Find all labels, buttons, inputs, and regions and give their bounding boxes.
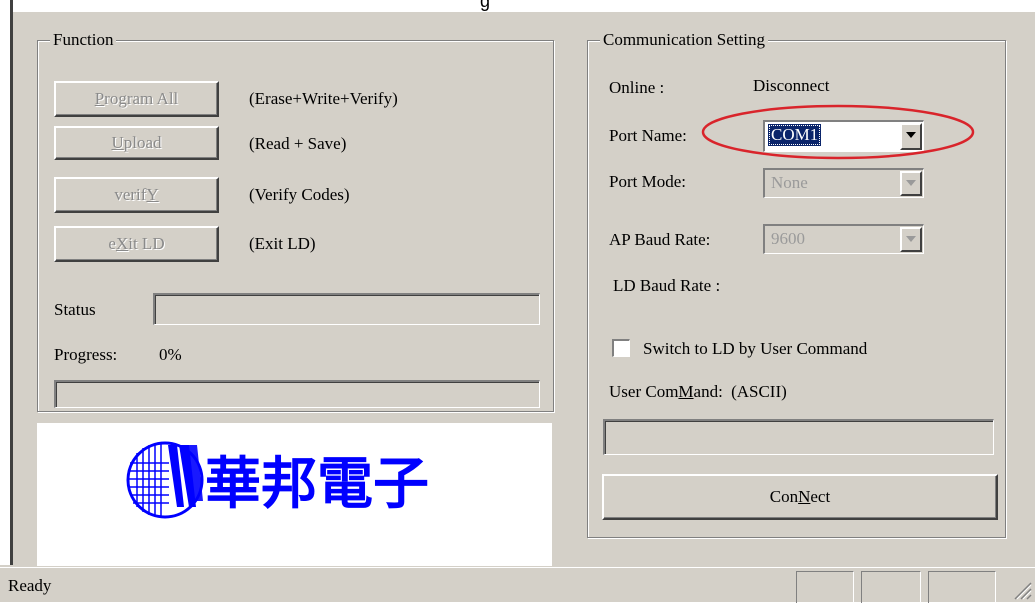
winbond-logo-icon: 華邦電子: [126, 441, 429, 519]
switch-to-ld-label: Switch to LD by User Command: [643, 339, 868, 358]
function-group-title: Function: [50, 31, 117, 49]
annotation-ellipse: [701, 104, 975, 160]
upload-description: (Read + Save): [249, 134, 347, 153]
exit-ld-button[interactable]: eXit LD: [54, 226, 219, 262]
program-all-description: (Erase+Write+Verify): [249, 89, 398, 108]
online-label: Online :: [609, 78, 665, 97]
winbond-logo-panel: 華邦電子: [37, 423, 552, 566]
progress-value: 0%: [159, 345, 182, 364]
progress-bar: [54, 380, 540, 408]
logo-text: 華邦電子: [205, 452, 429, 517]
port-name-label: Port Name:: [609, 126, 687, 145]
status-pane-2: [861, 571, 921, 603]
window-left-border: [0, 0, 13, 565]
user-command-label: User ComMand: (ASCII): [609, 382, 787, 401]
ap-baud-rate-selected: 9600: [771, 229, 805, 248]
upload-button[interactable]: Upload: [54, 126, 219, 160]
resize-grip-icon[interactable]: [1012, 580, 1032, 600]
verify-description: (Verify Codes): [249, 185, 350, 204]
status-pane-3: [928, 571, 996, 603]
connect-button[interactable]: ConNect: [602, 474, 998, 520]
cut-off-title-text: g: [480, 0, 491, 11]
ap-baud-rate-select[interactable]: 9600: [763, 224, 924, 254]
chevron-down-icon: [906, 236, 916, 242]
switch-to-ld-checkbox[interactable]: [612, 339, 630, 357]
status-label: Status: [54, 300, 96, 319]
status-field: [153, 293, 540, 325]
communication-setting-title: Communication Setting: [600, 31, 768, 49]
user-command-input[interactable]: [603, 419, 994, 455]
exit-ld-description: (Exit LD): [249, 234, 316, 253]
online-status: Disconnect: [753, 76, 830, 95]
port-mode-label: Port Mode:: [609, 172, 686, 191]
status-bar-text: Ready: [8, 576, 52, 595]
ap-baud-rate-dropdown-button[interactable]: [900, 227, 922, 252]
ld-baud-rate-label: LD Baud Rate :: [613, 276, 721, 295]
progress-label: Progress:: [54, 345, 118, 364]
status-pane-1: [796, 571, 854, 603]
ap-baud-rate-label: AP Baud Rate:: [609, 230, 711, 249]
verify-button[interactable]: verifY: [54, 177, 219, 213]
window-top-strip: [0, 0, 1035, 12]
program-all-button[interactable]: Program All: [54, 81, 219, 117]
